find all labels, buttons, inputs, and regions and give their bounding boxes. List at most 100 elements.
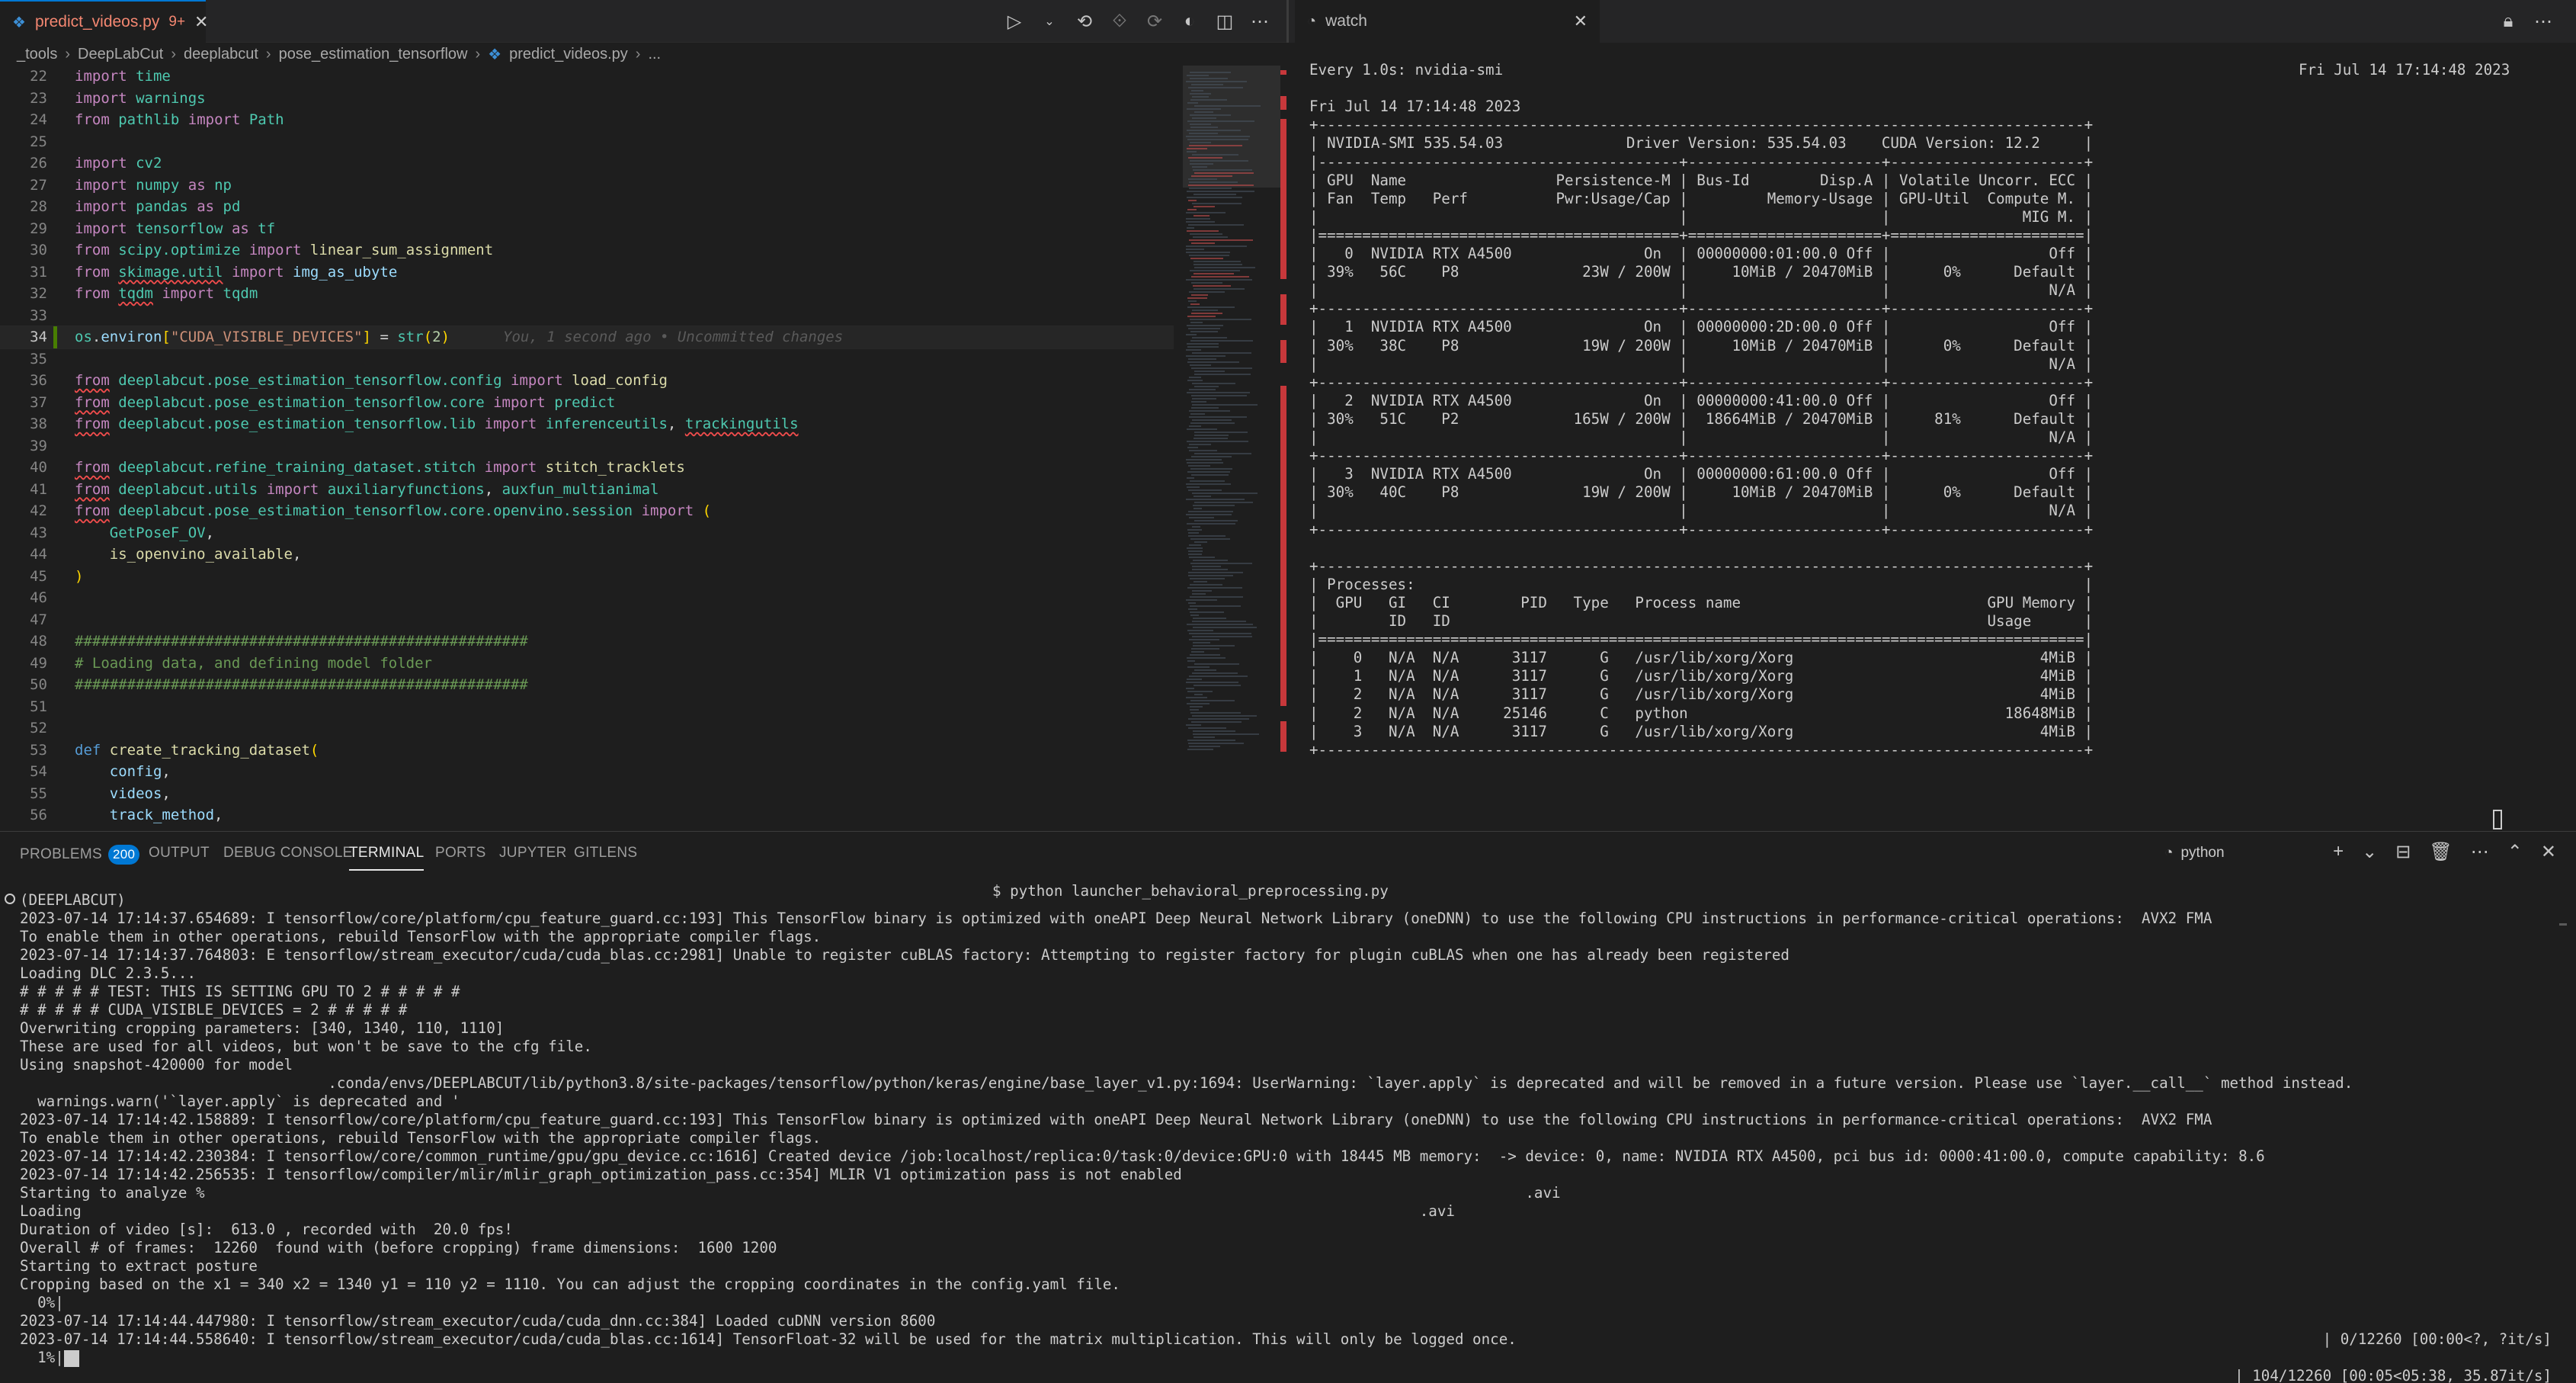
minimap-line (1190, 709, 1199, 711)
code-line[interactable]: 35 (0, 348, 1174, 371)
minimap-line (1190, 413, 1205, 415)
terminal-line: | 2 N/A N/A 25146 C python 18648MiB | (1309, 704, 2094, 722)
terminal[interactable]: $ python launcher_behavioral_preprocessi… (0, 876, 2576, 1383)
minimap-line (1188, 550, 1203, 552)
split-terminal-icon[interactable]: ⊟ (2395, 841, 2411, 863)
code-line[interactable]: 29 import tensorflow as tf (0, 218, 1174, 240)
breadcrumb-item[interactable]: ... (648, 46, 661, 63)
code-editor[interactable]: 22 import time 23 import warnings 24 from pat… (0, 66, 1174, 831)
code-line[interactable]: 36 from deeplabcut.pose_estimation_tensor… (0, 370, 1174, 392)
minimap-line (1193, 645, 1235, 647)
minimap-line (1194, 371, 1225, 372)
minimap[interactable] (1183, 66, 1280, 831)
minimap-line (1186, 221, 1215, 223)
tab-watch[interactable]: ◔ watch ✕ (1295, 0, 1600, 43)
code-line[interactable]: 32 from tqdm import tqdm (0, 283, 1174, 305)
new-terminal-icon[interactable]: + (2333, 841, 2344, 863)
code-line[interactable]: 25 (0, 131, 1174, 153)
breadcrumb-item[interactable]: _tools (17, 46, 57, 63)
code-line[interactable]: 48 ######################################… (0, 631, 1174, 653)
breadcrumb-item[interactable]: pose_estimation_tensorflow (279, 46, 468, 63)
code-line[interactable]: 39 (0, 435, 1174, 457)
breadcrumb-item[interactable]: DeepLabCut (78, 46, 163, 63)
minimap-line (1186, 212, 1226, 213)
code-line[interactable]: 34 os.environ["CUDA_VISIBLE_DEVICES"] = s… (0, 326, 1174, 349)
code-line[interactable]: 40 from deeplabcut.refine_training_datase… (0, 457, 1174, 479)
minimap-line (1187, 151, 1197, 152)
git-gutter-marker (53, 457, 61, 479)
more-actions-icon[interactable]: ⋯ (2533, 11, 2553, 32)
code-line[interactable]: 45) (0, 566, 1174, 588)
run-icon[interactable]: ▷ (1004, 11, 1024, 32)
breadcrumb-item[interactable]: predict_videos.py (509, 46, 628, 63)
code-line[interactable]: 41 from deeplabcut.utils import auxiliary… (0, 479, 1174, 501)
tab-debug-console[interactable]: DEBUG CONSOLE (223, 845, 353, 862)
code-line[interactable]: 50 ######################################… (0, 674, 1174, 696)
watch-terminal[interactable]: Fri Jul 14 17:14:48 2023 Every 1.0s: nvi… (1289, 43, 2576, 831)
tab-terminal[interactable]: TERMINAL (349, 845, 425, 871)
split-editor-icon[interactable]: ◫ (1215, 11, 1235, 32)
more-actions-icon[interactable]: ⋯ (2471, 841, 2489, 863)
code-line[interactable]: 33 (0, 305, 1174, 327)
code-line[interactable]: 49 # Loading data, and defining model fol… (0, 653, 1174, 675)
code-line[interactable]: 23 import warnings (0, 88, 1174, 110)
code-line[interactable]: 27 import numpy as np (0, 175, 1174, 197)
code-line[interactable]: 24 from pathlib import Path (0, 109, 1174, 131)
code-line[interactable]: 37 from deeplabcut.pose_estimation_tensor… (0, 392, 1174, 414)
terminal-line: | 30% 40C P8 19W / 200W | 10MiB / 20470M… (1309, 483, 2094, 502)
code-line[interactable]: 42 from deeplabcut.pose_estimation_tensor… (0, 500, 1174, 522)
history-icon[interactable]: ⟲ (1075, 11, 1094, 32)
code-line[interactable]: 28 import pandas as pd (0, 196, 1174, 218)
more-actions-icon[interactable]: ⋯ (1250, 11, 1270, 32)
tab-gitlens[interactable]: GITLENS (574, 845, 637, 862)
tab-output[interactable]: OUTPUT (149, 845, 210, 862)
chevron-down-icon[interactable]: ⌄ (2362, 841, 2377, 863)
minimap-line (1187, 657, 1226, 659)
tab-ports[interactable]: PORTS (435, 845, 486, 862)
close-panel-icon[interactable]: ✕ (2541, 841, 2556, 863)
close-icon[interactable]: ✕ (194, 12, 208, 32)
go-forward-icon[interactable]: ⟳ (1145, 11, 1165, 32)
minimap-line (1190, 480, 1225, 482)
code-line[interactable]: 22 import time (0, 66, 1174, 88)
python-icon: ◔ (2164, 845, 2174, 861)
code-line[interactable]: 55 videos, (0, 783, 1174, 805)
terminal-line: | 39% 56C P8 23W / 200W | 10MiB / 20470M… (1309, 263, 2094, 281)
code-line[interactable]: 43 GetPoseF_OV, (0, 522, 1174, 544)
minimap-line (1193, 285, 1231, 287)
code-line[interactable]: 51 (0, 696, 1174, 718)
code-line[interactable]: 38 from deeplabcut.pose_estimation_tensor… (0, 413, 1174, 435)
minimap-line (1191, 84, 1223, 85)
terminal-instance-python[interactable]: ◔ python (2164, 845, 2225, 862)
close-icon[interactable]: ✕ (1574, 11, 1588, 31)
code-line[interactable]: 26 import cv2 (0, 152, 1174, 175)
maximize-panel-icon[interactable]: ⌃ (2507, 841, 2523, 863)
code-line[interactable]: 56 track_method, (0, 804, 1174, 826)
git-gutter-marker (53, 674, 61, 696)
go-back-icon[interactable]: ⟐ (1110, 11, 1129, 31)
scrollbar[interactable] (2559, 923, 2567, 926)
code-line[interactable]: 54 config, (0, 761, 1174, 783)
breadcrumb-item[interactable]: deeplabcut (184, 46, 258, 63)
code-line[interactable]: 31 from skimage.util import img_as_ubyte (0, 262, 1174, 284)
minimap-line (1189, 255, 1229, 256)
terminal-line: 2023-07-14 17:14:44.447980: I tensorflow… (20, 1312, 936, 1330)
minimap-line (1187, 191, 1254, 192)
chevron-down-icon[interactable]: ⌄ (1040, 11, 1059, 31)
minimap-line (1187, 306, 1235, 308)
open-changes-icon[interactable]: ◐ (1180, 11, 1200, 31)
tab-predict-videos[interactable]: ❖ predict_videos.py 9+ ✕ (0, 0, 208, 43)
minimap-line (1191, 313, 1222, 314)
tab-jupyter[interactable]: JUPYTER (499, 845, 567, 862)
code-line[interactable]: 53 def create_tracking_dataset( (0, 740, 1174, 762)
terminal-line: Starting to analyze % .avi (20, 1184, 1561, 1202)
code-line[interactable]: 52 (0, 717, 1174, 740)
lock-icon[interactable]: 🔒︎ (2498, 11, 2518, 31)
trash-icon[interactable]: 🗑 (2429, 841, 2452, 863)
code-line[interactable]: 44 is_openvino_available, (0, 544, 1174, 566)
code-line[interactable]: 47 (0, 609, 1174, 631)
tab-problems[interactable]: PROBLEMS 200 (20, 845, 140, 865)
code-line[interactable]: 46 (0, 587, 1174, 609)
scrollbar-decorations[interactable] (1280, 66, 1286, 831)
code-line[interactable]: 30 from scipy.optimize import linear_sum_… (0, 239, 1174, 262)
